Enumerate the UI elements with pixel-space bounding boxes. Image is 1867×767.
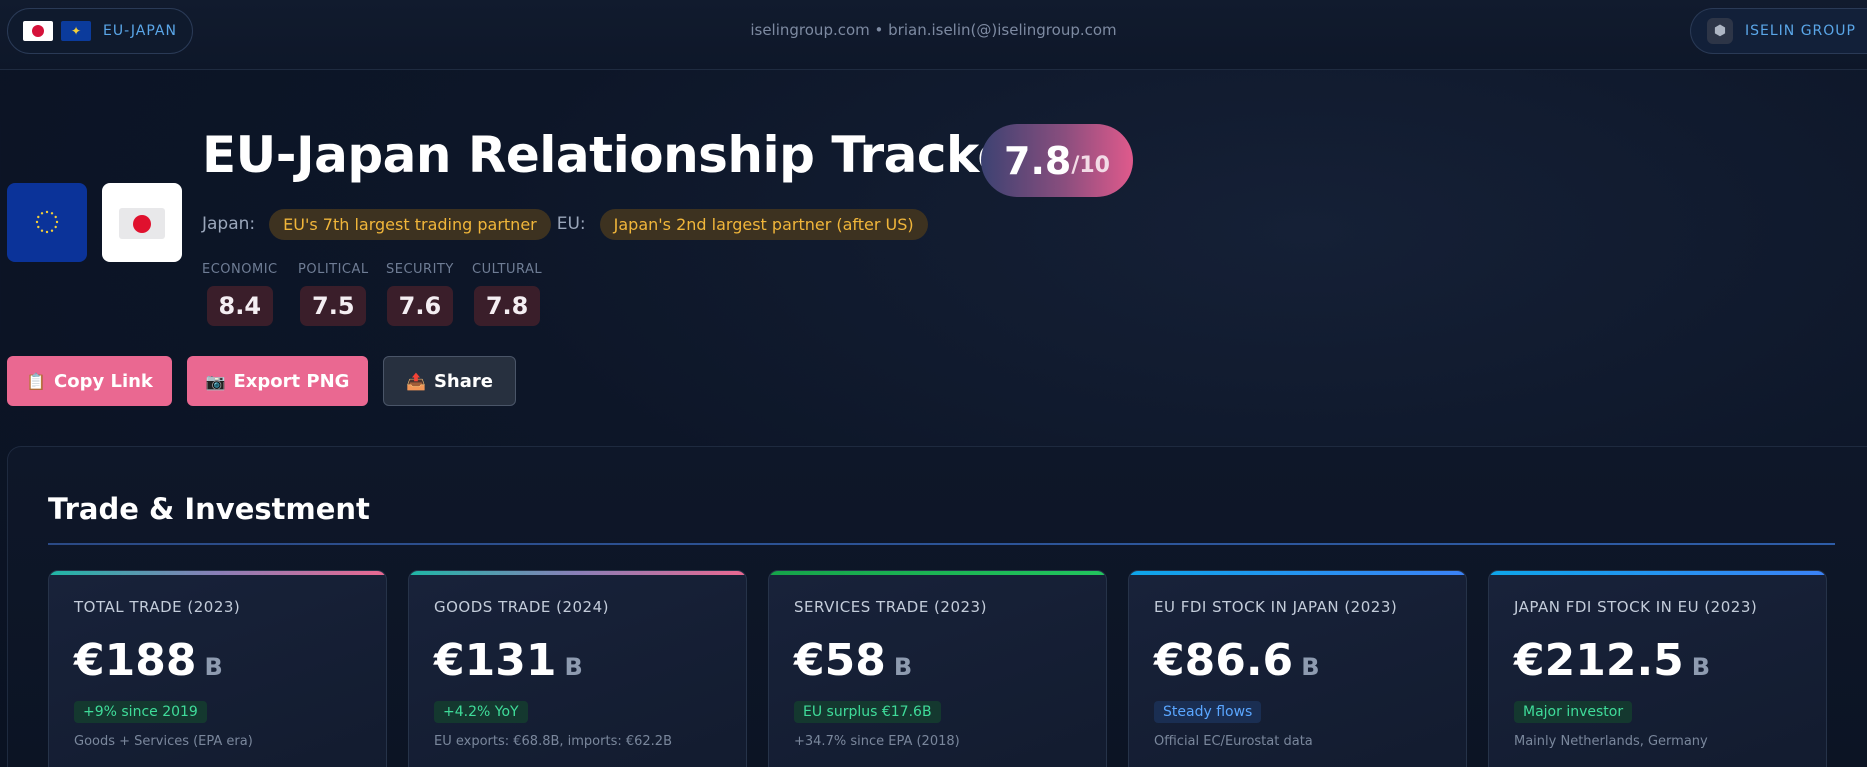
section-divider: [48, 543, 1835, 545]
relationship-row: Japan: EU's 7th largest trading partner …: [202, 208, 934, 240]
stat-card-goods-trade: GOODS TRADE (2024) €131 B +4.2% YoY EU ex…: [408, 570, 747, 767]
card-title: EU FDI STOCK IN JAPAN (2023): [1154, 598, 1398, 616]
camera-icon: 📷: [205, 371, 226, 391]
card-accent-bar: [1129, 571, 1466, 575]
card-tag: +4.2% YoY: [434, 701, 528, 723]
overall-score-suffix: /10: [1071, 153, 1110, 178]
card-accent-bar: [49, 571, 386, 575]
card-title: TOTAL TRADE (2023): [74, 598, 241, 616]
card-tag: +9% since 2019: [74, 701, 207, 723]
card-accent-bar: [1489, 571, 1826, 575]
relation-key-eu: EU:: [556, 214, 586, 234]
card-title: JAPAN FDI STOCK IN EU (2023): [1514, 598, 1758, 616]
card-tag: Major investor: [1514, 701, 1633, 723]
card-note: +34.7% since EPA (2018): [794, 734, 960, 749]
share-button[interactable]: 📤 Share: [383, 356, 516, 406]
card-title: SERVICES TRADE (2023): [794, 598, 987, 616]
share-icon: 📤: [406, 371, 426, 391]
copy-link-button[interactable]: 📋 Copy Link: [7, 356, 172, 406]
export-png-label: Export PNG: [233, 370, 350, 392]
card-value: €131 B: [434, 635, 583, 686]
dimension-security: SECURITY 7.6: [386, 262, 454, 326]
overall-score-badge: 7.8 /10: [981, 124, 1133, 197]
card-note: Goods + Services (EPA era): [74, 734, 253, 749]
overall-score: 7.8: [1004, 138, 1072, 183]
eu-flag-large-icon: [7, 183, 87, 262]
stat-card-japan-fdi: JAPAN FDI STOCK IN EU (2023) €212.5 B Maj…: [1488, 570, 1827, 767]
dimension-label: ECONOMIC: [202, 262, 278, 277]
dimension-label: SECURITY: [386, 262, 454, 277]
card-title: GOODS TRADE (2024): [434, 598, 609, 616]
card-value: €188 B: [74, 635, 223, 686]
export-png-button[interactable]: 📷 Export PNG: [187, 356, 368, 406]
trade-investment-section: Trade & Investment TOTAL TRADE (2023) €1…: [7, 446, 1867, 767]
dimension-cultural: CULTURAL 7.8: [472, 262, 542, 326]
page-title: EU-Japan Relationship Tracker: [202, 126, 1036, 184]
dimension-political: POLITICAL 7.5: [298, 262, 369, 326]
card-tag: EU surplus €17.6B: [794, 701, 941, 723]
dimension-economic: ECONOMIC 8.4: [202, 262, 278, 326]
card-value: €58 B: [794, 635, 913, 686]
card-note: Official EC/Eurostat data: [1154, 734, 1313, 749]
card-accent-bar: [409, 571, 746, 575]
card-accent-bar: [769, 571, 1106, 575]
stat-card-total-trade: TOTAL TRADE (2023) €188 B +9% since 2019 …: [48, 570, 387, 767]
top-bar: ✦ EU-JAPAN iselingroup.com • brian.iseli…: [0, 0, 1867, 70]
stat-card-services-trade: SERVICES TRADE (2023) €58 B EU surplus €1…: [768, 570, 1107, 767]
iselin-group-label: ISELIN GROUP: [1745, 23, 1856, 39]
relation-badge-eu: Japan's 2nd largest partner (after US): [599, 208, 928, 240]
iselin-logo-icon: ⬢: [1707, 18, 1733, 44]
dimension-score: 7.6: [386, 286, 453, 326]
stat-card-eu-fdi: EU FDI STOCK IN JAPAN (2023) €86.6 B Stea…: [1128, 570, 1467, 767]
card-value: €86.6 B: [1154, 635, 1320, 686]
card-tag: Steady flows: [1154, 701, 1262, 723]
share-label: Share: [433, 370, 493, 392]
relation-key-japan: Japan:: [202, 214, 256, 234]
section-title: Trade & Investment: [48, 492, 370, 526]
japan-flag-large-icon: [102, 183, 182, 262]
iselin-group-pill[interactable]: ⬢ ISELIN GROUP: [1690, 8, 1867, 54]
dimension-label: CULTURAL: [472, 262, 543, 277]
relation-badge-japan: EU's 7th largest trading partner: [269, 208, 551, 240]
copy-link-label: Copy Link: [54, 370, 153, 392]
dimension-score: 7.5: [300, 286, 367, 326]
card-note: EU exports: €68.8B, imports: €62.2B: [434, 734, 672, 749]
contact-info: iselingroup.com • brian.iselin(@)iseling…: [750, 21, 1117, 39]
dimension-label: POLITICAL: [298, 262, 369, 277]
clipboard-icon: 📋: [26, 371, 47, 391]
card-value: €212.5 B: [1514, 635, 1711, 686]
dimension-score: 8.4: [206, 286, 273, 326]
card-note: Mainly Netherlands, Germany: [1514, 734, 1708, 749]
dimension-score: 7.8: [474, 286, 541, 326]
